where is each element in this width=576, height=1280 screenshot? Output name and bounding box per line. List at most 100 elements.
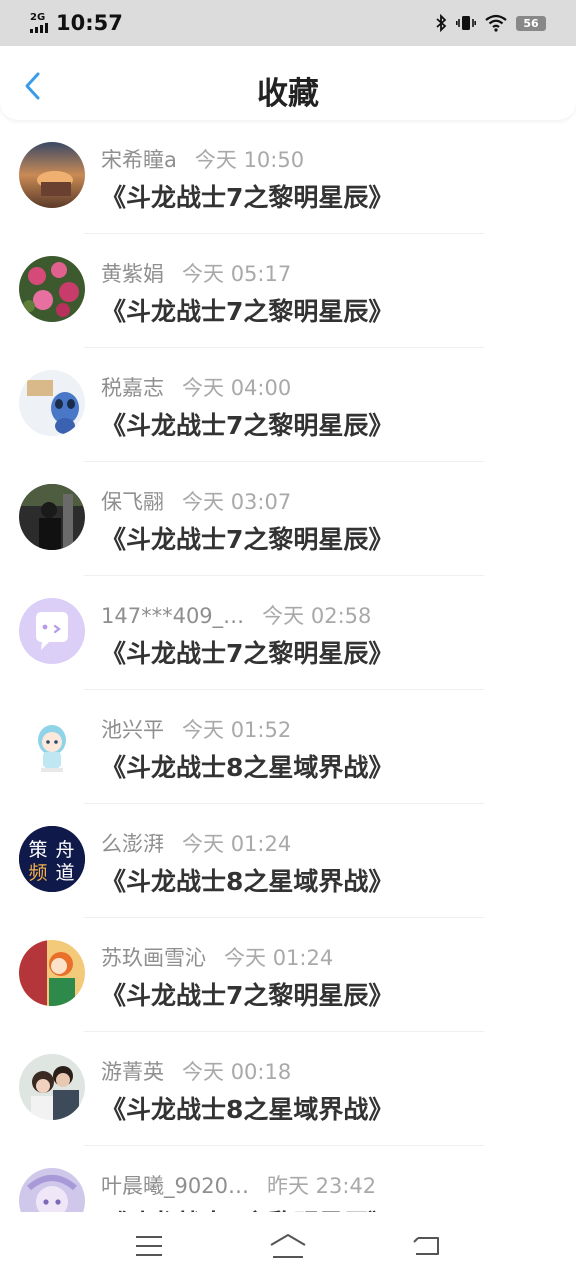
item-meta: 147***409_… 今天 02:58 <box>101 600 371 630</box>
avatar[interactable] <box>19 142 85 208</box>
status-bar: 2G 10:57 56 <box>0 0 576 46</box>
post-date-label: 昨天 <box>266 1174 309 1198</box>
post-date-label: 今天 <box>182 718 224 742</box>
list-item[interactable]: 黄紫娟 今天 05:17 《斗龙战士7之黎明星辰》 <box>0 244 576 358</box>
avatar-char: 策 <box>28 839 47 861</box>
post-date-label: 今天 <box>194 148 237 172</box>
item-meta: 宋希瞳a 今天 10:50 <box>101 144 304 174</box>
post-clock: 05:17 <box>230 262 292 286</box>
user-name: 宋希瞳a <box>101 148 177 172</box>
list-item[interactable]: 宋希瞳a 今天 10:50 《斗龙战士7之黎明星辰》 <box>0 130 576 244</box>
back-nav-button[interactable] <box>397 1226 457 1266</box>
list-item[interactable]: 苏玖画雪沁 今天 01:24 《斗龙战士7之黎明星辰》 <box>0 928 576 1042</box>
post-date-label: 今天 <box>182 1060 224 1084</box>
avatar[interactable] <box>19 1054 85 1120</box>
avatar-char: 舟 <box>55 839 74 861</box>
user-name: 池兴平 <box>101 718 164 742</box>
post-clock: 04:00 <box>230 376 292 400</box>
menu-button[interactable] <box>119 1226 179 1266</box>
post-time: 今天 04:00 <box>182 372 291 402</box>
home-icon <box>270 1234 306 1258</box>
item-meta: 苏玖画雪沁 今天 01:24 <box>101 942 333 972</box>
user-name: 游菁英 <box>101 1060 164 1084</box>
post-date-label: 今天 <box>182 490 224 514</box>
book-title[interactable]: 《斗龙战士7之黎明星辰》 <box>101 292 393 328</box>
status-right: 56 <box>435 14 546 32</box>
book-title[interactable]: 《斗龙战士7之黎明星辰》 <box>101 1204 393 1212</box>
list-item[interactable]: 税嘉志 今天 04:00 《斗龙战士7之黎明星辰》 <box>0 358 576 472</box>
post-time: 今天 01:24 <box>224 942 333 972</box>
user-name: 黄紫娟 <box>101 262 164 286</box>
avatar[interactable]: 策 舟 频 道 <box>19 826 85 892</box>
post-time: 今天 03:07 <box>182 486 291 516</box>
divider <box>84 689 484 690</box>
avatar[interactable] <box>19 940 85 1006</box>
wifi-icon <box>485 14 507 32</box>
divider <box>84 917 484 918</box>
menu-icon <box>136 1236 163 1256</box>
user-name: 保飞翮 <box>101 490 164 514</box>
user-name: 叶晨曦_9020… <box>101 1174 249 1198</box>
post-time: 今天 01:52 <box>182 714 291 744</box>
status-left: 2G 10:57 <box>30 11 123 35</box>
divider <box>84 233 484 234</box>
post-date-label: 今天 <box>262 604 305 628</box>
item-meta: 池兴平 今天 01:52 <box>101 714 291 744</box>
avatar[interactable] <box>19 370 85 436</box>
post-clock: 23:42 <box>315 1174 377 1198</box>
book-title[interactable]: 《斗龙战士7之黎明星辰》 <box>101 976 393 1012</box>
post-clock: 01:24 <box>272 946 334 970</box>
list-item[interactable]: 叶晨曦_9020… 昨天 23:42 《斗龙战士7之黎明星辰》 <box>0 1156 576 1212</box>
system-nav-bar <box>0 1212 576 1280</box>
book-title[interactable]: 《斗龙战士7之黎明星辰》 <box>101 406 393 442</box>
book-title[interactable]: 《斗龙战士7之黎明星辰》 <box>101 634 393 670</box>
page-title: 收藏 <box>257 76 319 112</box>
divider <box>84 347 484 348</box>
avatar[interactable] <box>19 256 85 322</box>
post-time: 今天 00:18 <box>182 1056 291 1086</box>
favorites-list: 宋希瞳a 今天 10:50 《斗龙战士7之黎明星辰》 黄紫娟 今天 05:17 … <box>0 130 576 1212</box>
post-time: 今天 02:58 <box>262 600 371 630</box>
avatar[interactable] <box>19 712 85 778</box>
battery-level: 56 <box>523 16 539 30</box>
avatar[interactable] <box>19 598 85 664</box>
post-time: 今天 05:17 <box>182 258 291 288</box>
book-title[interactable]: 《斗龙战士8之星域界战》 <box>101 862 393 898</box>
home-button[interactable] <box>258 1226 318 1266</box>
list-item[interactable]: 147***409_… 今天 02:58 《斗龙战士7之黎明星辰》 <box>0 586 576 700</box>
user-name: 147***409_… <box>101 604 245 628</box>
vibrate-icon <box>456 16 476 30</box>
post-time: 今天 10:50 <box>195 144 304 174</box>
book-title[interactable]: 《斗龙战士7之黎明星辰》 <box>101 178 393 214</box>
post-date-label: 今天 <box>182 262 224 286</box>
avatar-char: 道 <box>55 862 74 884</box>
item-meta: 么澎湃 今天 01:24 <box>101 828 291 858</box>
item-meta: 税嘉志 今天 04:00 <box>101 372 291 402</box>
post-date-label: 今天 <box>182 832 224 856</box>
avatar[interactable] <box>19 484 85 550</box>
post-time: 今天 01:24 <box>182 828 291 858</box>
avatar[interactable] <box>19 1168 85 1212</box>
post-time: 昨天 23:42 <box>267 1170 376 1200</box>
post-date-label: 今天 <box>224 946 266 970</box>
user-name: 么澎湃 <box>101 832 164 856</box>
book-title[interactable]: 《斗龙战士8之星域界战》 <box>101 1090 393 1126</box>
list-item[interactable]: 策 舟 频 道 么澎湃 今天 01:24 《斗龙战士8之星域界战》 <box>0 814 576 928</box>
post-clock: 03:07 <box>230 490 292 514</box>
item-meta: 黄紫娟 今天 05:17 <box>101 258 291 288</box>
user-name: 税嘉志 <box>101 376 164 400</box>
post-clock: 00:18 <box>230 1060 292 1084</box>
list-item[interactable]: 游菁英 今天 00:18 《斗龙战士8之星域界战》 <box>0 1042 576 1156</box>
divider <box>84 803 484 804</box>
book-title[interactable]: 《斗龙战士8之星域界战》 <box>101 748 393 784</box>
list-item[interactable]: 池兴平 今天 01:52 《斗龙战士8之星域界战》 <box>0 700 576 814</box>
back-arrow-icon <box>412 1237 439 1255</box>
divider <box>84 461 484 462</box>
list-item[interactable]: 保飞翮 今天 03:07 《斗龙战士7之黎明星辰》 <box>0 472 576 586</box>
item-meta: 叶晨曦_9020… 昨天 23:42 <box>101 1170 376 1200</box>
post-clock: 01:24 <box>230 832 292 856</box>
user-name: 苏玖画雪沁 <box>101 946 206 970</box>
bluetooth-icon <box>436 14 447 32</box>
avatar-char: 频 <box>28 862 47 884</box>
book-title[interactable]: 《斗龙战士7之黎明星辰》 <box>101 520 393 556</box>
